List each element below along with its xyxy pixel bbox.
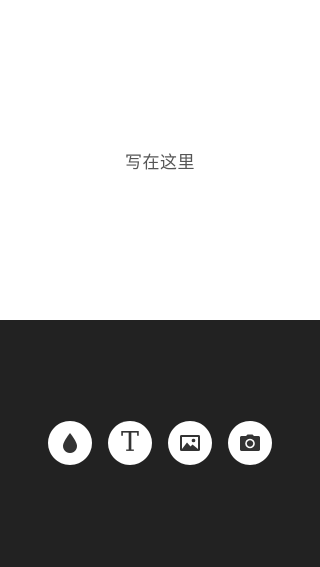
text-button[interactable]: T (108, 421, 152, 465)
text-style-icon: T (120, 427, 139, 458)
editor-placeholder[interactable]: 写在这里 (0, 148, 320, 173)
bottom-toolbar: T (0, 320, 320, 567)
ink-drop-icon (60, 432, 80, 454)
editor-canvas[interactable]: 写在这里 (0, 0, 320, 320)
image-button[interactable] (168, 421, 212, 465)
image-icon (179, 434, 201, 452)
tool-button-row: T (48, 421, 272, 465)
color-button[interactable] (48, 421, 92, 465)
camera-button[interactable] (228, 421, 272, 465)
camera-icon (239, 434, 261, 452)
